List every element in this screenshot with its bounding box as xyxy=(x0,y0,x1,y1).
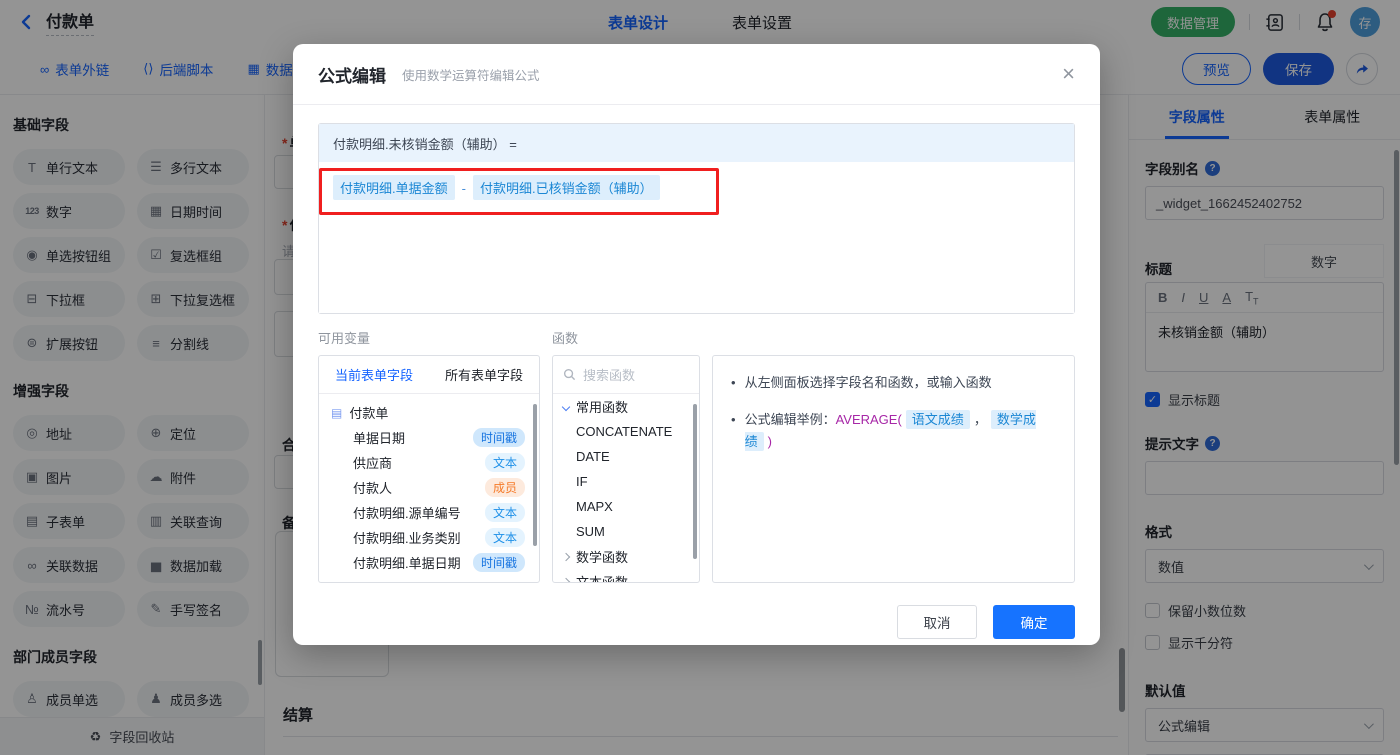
variables-label: 可用变量 xyxy=(318,331,371,346)
variable-field-row[interactable]: 付款人 成员 xyxy=(319,475,539,500)
search-placeholder: 搜索函数 xyxy=(583,368,636,383)
variables-panel: 当前表单字段 所有表单字段 ▤ 付款单 单据日期 时间戳 供应商 文本 付款人 成员 付款明细.… xyxy=(318,355,540,583)
chevron-right-icon xyxy=(561,552,571,561)
formula-chip[interactable]: 付款明细.单据金额 xyxy=(333,175,455,200)
function-item[interactable]: DATE xyxy=(553,444,699,469)
modal-header: 公式编辑 使用数学运算符编辑公式 × xyxy=(293,44,1100,105)
function-item[interactable]: MAPX xyxy=(553,494,699,519)
function-group-row[interactable]: 文本函数 xyxy=(553,569,699,582)
function-group-row[interactable]: 数学函数 xyxy=(553,544,699,569)
functions-panel: 搜索函数 常用函数 CONCATENATE DATE IF MAPX SUM 数学函数 文本函… xyxy=(552,355,700,583)
cancel-button[interactable]: 取消 xyxy=(897,605,977,639)
function-group-row[interactable]: 常用函数 xyxy=(553,394,699,419)
form-doc-icon: ▤ xyxy=(331,405,343,420)
functions-label: 函数 xyxy=(552,331,579,346)
app-window: 付款单 表单设计 表单设置 数据管理 存 ∞表单外链⟨⟩后端脚本▦数据权限 预览… xyxy=(0,0,1400,755)
formula-editor-modal: 公式编辑 使用数学运算符编辑公式 × 付款明细.未核销金额（辅助） = 付款明细… xyxy=(293,44,1100,645)
help-tip-2: • 公式编辑举例：AVERAGE(语文成绩，数学成绩) xyxy=(731,410,1036,451)
variables-root-node[interactable]: ▤ 付款单 xyxy=(319,400,539,425)
variables-scrollbar[interactable] xyxy=(533,404,537,546)
formula-box: 付款明细.未核销金额（辅助） = 付款明细.单据金额 - 付款明细.已核销金额（辅助… xyxy=(318,123,1075,314)
variable-field-row[interactable] xyxy=(319,575,539,582)
function-item[interactable]: SUM xyxy=(553,519,699,544)
field-type-badge xyxy=(491,581,525,582)
confirm-button[interactable]: 确定 xyxy=(993,605,1075,639)
chevron-down-icon xyxy=(561,402,571,411)
search-icon xyxy=(563,368,576,381)
example-chip: 语文成绩 xyxy=(905,410,970,429)
field-type-badge: 文本 xyxy=(484,503,525,522)
chevron-right-icon xyxy=(561,577,571,582)
field-type-badge: 文本 xyxy=(484,528,525,547)
field-type-badge: 时间戳 xyxy=(472,428,525,447)
variable-field-row[interactable]: 付款明细.单据日期 时间戳 xyxy=(319,550,539,575)
tab-current-form-fields[interactable]: 当前表单字段 xyxy=(319,356,429,393)
formula-editor-area[interactable]: 付款明细.单据金额 - 付款明细.已核销金额（辅助） xyxy=(319,162,1074,313)
modal-title: 公式编辑 xyxy=(318,66,386,86)
variable-field-row[interactable]: 付款明细.业务类别 文本 xyxy=(319,525,539,550)
field-type-badge: 文本 xyxy=(484,453,525,472)
modal-subtitle: 使用数学运算符编辑公式 xyxy=(402,68,540,83)
formula-target: 付款明细.未核销金额（辅助） = xyxy=(319,124,1074,162)
formula-help-panel: • 从左侧面板选择字段名和函数，或输入函数 • 公式编辑举例：AVERAGE(语… xyxy=(712,355,1075,583)
function-item[interactable]: IF xyxy=(553,469,699,494)
variables-tree: ▤ 付款单 单据日期 时间戳 供应商 文本 付款人 成员 付款明细.源单编号 文本 付款明细.业务类… xyxy=(319,394,539,582)
field-type-badge: 成员 xyxy=(484,478,525,497)
variable-field-row[interactable]: 供应商 文本 xyxy=(319,450,539,475)
field-type-badge: 时间戳 xyxy=(472,553,525,572)
variable-field-row[interactable]: 付款明细.源单编号 文本 xyxy=(319,500,539,525)
functions-scrollbar[interactable] xyxy=(693,404,697,559)
tab-all-form-fields[interactable]: 所有表单字段 xyxy=(429,356,539,393)
example-function-name: AVERAGE( xyxy=(835,412,902,427)
close-icon[interactable]: × xyxy=(1062,63,1075,85)
variable-field-row[interactable]: 单据日期 时间戳 xyxy=(319,425,539,450)
formula-chip[interactable]: 付款明细.已核销金额（辅助） xyxy=(472,175,660,200)
function-item[interactable]: CONCATENATE xyxy=(553,419,699,444)
help-tip-1: • 从左侧面板选择字段名和函数，或输入函数 xyxy=(731,375,992,390)
function-search-input[interactable]: 搜索函数 xyxy=(553,356,699,394)
operator: - xyxy=(461,181,466,196)
functions-tree: 常用函数 CONCATENATE DATE IF MAPX SUM 数学函数 文本函数 xyxy=(553,394,699,582)
